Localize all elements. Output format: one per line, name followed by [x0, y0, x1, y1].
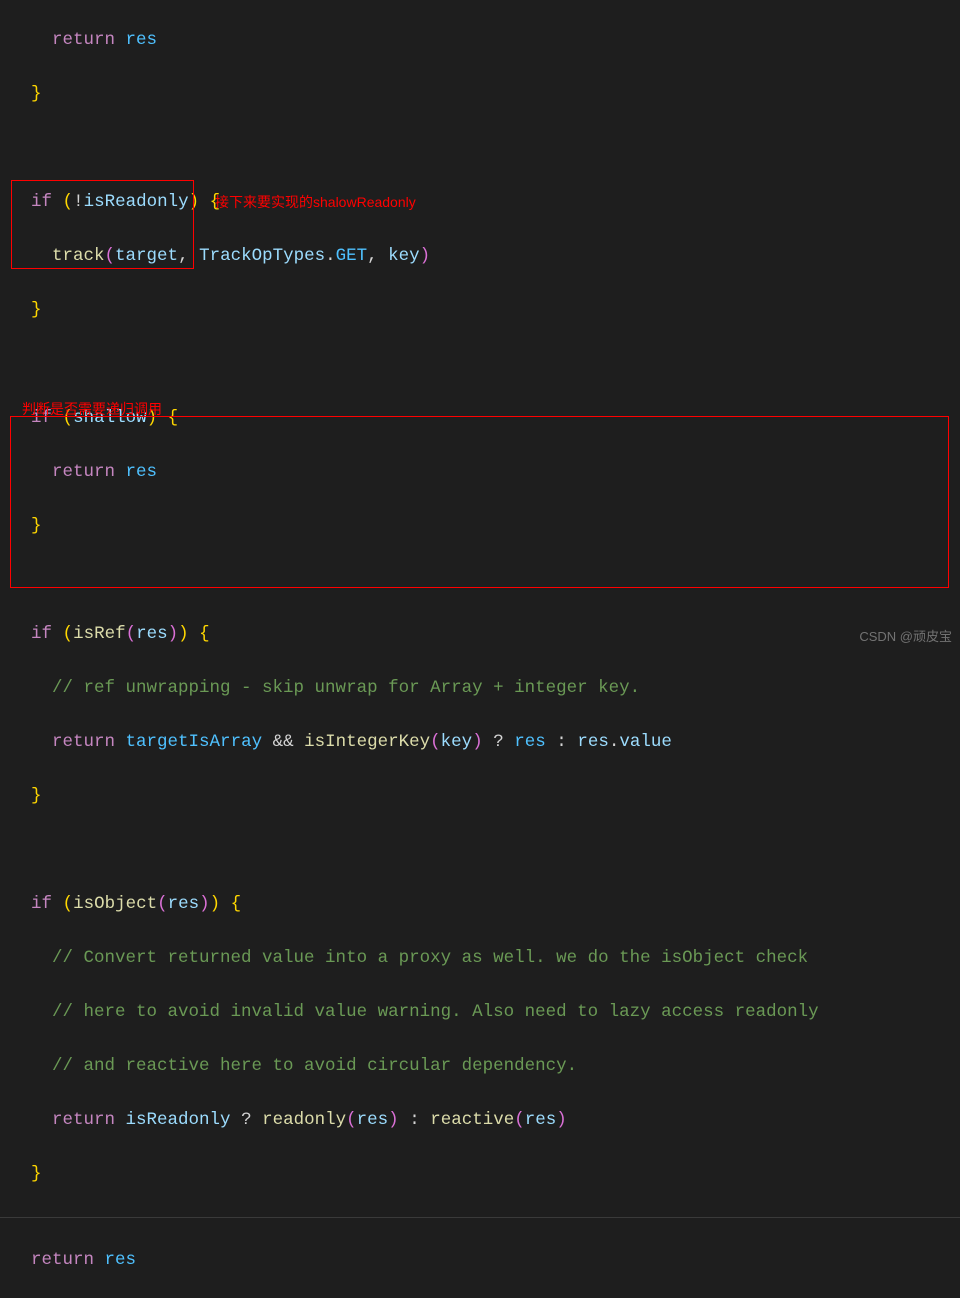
var-res: res — [136, 624, 168, 644]
code-line: return res — [0, 27, 960, 54]
separator-line — [0, 1217, 960, 1218]
var-TrackOpTypes: TrackOpTypes — [199, 246, 325, 266]
paren: ( — [63, 894, 74, 914]
annotation-shallow: 接下来要实现的shalowReadonly — [215, 192, 416, 212]
paren: ) — [199, 894, 210, 914]
var-res: res — [514, 732, 546, 752]
brace: } — [31, 1164, 42, 1184]
var-targetIsArray: targetIsArray — [126, 732, 263, 752]
var-res: res — [168, 894, 200, 914]
annotation-recursive: 判断是否需要递归调用 — [22, 399, 162, 419]
func-isRef: isRef — [73, 624, 126, 644]
op-colon: : — [409, 1110, 420, 1130]
var-isReadonly: isReadonly — [126, 1110, 231, 1130]
comma: , — [178, 246, 199, 266]
func-isObject: isObject — [73, 894, 157, 914]
code-editor[interactable]: return res } if (!isReadonly) { track(ta… — [0, 0, 960, 1298]
code-line: } — [0, 1161, 960, 1188]
code-line: return res — [0, 459, 960, 486]
code-line: } — [0, 81, 960, 108]
func-isIntegerKey: isIntegerKey — [304, 732, 430, 752]
op-and: && — [273, 732, 294, 752]
paren: ( — [430, 732, 441, 752]
comment: // Convert returned value into a proxy a… — [52, 948, 808, 968]
paren: ( — [63, 624, 74, 644]
op-colon: : — [556, 732, 567, 752]
keyword-return: return — [52, 732, 115, 752]
brace: } — [31, 516, 42, 536]
paren: ) — [420, 246, 431, 266]
keyword-return: return — [52, 1110, 115, 1130]
watermark: CSDN @顽皮宝 — [859, 626, 952, 645]
brace: { — [168, 408, 179, 428]
code-line: track(target, TrackOpTypes.GET, key) — [0, 243, 960, 270]
code-line: // and reactive here to avoid circular d… — [0, 1053, 960, 1080]
prop-value: value — [619, 732, 672, 752]
var-res: res — [126, 462, 158, 482]
op-not: ! — [73, 192, 84, 212]
comma: , — [367, 246, 388, 266]
code-line: return isReadonly ? readonly(res) : reac… — [0, 1107, 960, 1134]
keyword-return: return — [52, 462, 115, 482]
op-q: ? — [493, 732, 504, 752]
var-key: key — [441, 732, 473, 752]
code-line: // here to avoid invalid value warning. … — [0, 999, 960, 1026]
var-res: res — [525, 1110, 557, 1130]
keyword-if: if — [31, 192, 52, 212]
func-track: track — [52, 246, 105, 266]
code-line — [0, 837, 960, 864]
code-line: return targetIsArray && isIntegerKey(key… — [0, 729, 960, 756]
code-line: // Convert returned value into a proxy a… — [0, 945, 960, 972]
comment: // and reactive here to avoid circular d… — [52, 1056, 577, 1076]
paren: ( — [346, 1110, 357, 1130]
paren: ) — [472, 732, 483, 752]
code-line — [0, 135, 960, 162]
func-reactive: reactive — [430, 1110, 514, 1130]
keyword-return: return — [52, 30, 115, 50]
paren: ( — [63, 192, 74, 212]
paren: ) — [189, 192, 200, 212]
func-readonly: readonly — [262, 1110, 346, 1130]
paren: ( — [514, 1110, 525, 1130]
paren: ) — [556, 1110, 567, 1130]
code-line: } — [0, 513, 960, 540]
var-isReadonly: isReadonly — [84, 192, 189, 212]
dot: . — [325, 246, 336, 266]
prop-GET: GET — [336, 246, 368, 266]
var-key: key — [388, 246, 420, 266]
brace: } — [31, 786, 42, 806]
code-line: if (isObject(res)) { — [0, 891, 960, 918]
brace: { — [231, 894, 242, 914]
comment: // ref unwrapping - skip unwrap for Arra… — [52, 678, 640, 698]
paren: ( — [126, 624, 137, 644]
keyword-return: return — [31, 1250, 94, 1270]
code-line: if (!isReadonly) { — [0, 189, 960, 216]
brace: } — [31, 300, 42, 320]
keyword-if: if — [31, 624, 52, 644]
comment: // here to avoid invalid value warning. … — [52, 1002, 819, 1022]
code-line: } — [0, 297, 960, 324]
paren: ( — [157, 894, 168, 914]
code-line: return res — [0, 1247, 960, 1274]
var-res: res — [577, 732, 609, 752]
code-line — [0, 567, 960, 594]
paren: ) — [388, 1110, 399, 1130]
var-target: target — [115, 246, 178, 266]
paren: ) — [178, 624, 189, 644]
var-res: res — [126, 30, 158, 50]
dot: . — [609, 732, 620, 752]
code-line — [0, 351, 960, 378]
var-res: res — [105, 1250, 137, 1270]
code-line: if (isRef(res)) { — [0, 621, 960, 648]
brace: } — [31, 84, 42, 104]
code-line: // ref unwrapping - skip unwrap for Arra… — [0, 675, 960, 702]
brace: { — [199, 624, 210, 644]
paren: ( — [105, 246, 116, 266]
op-q: ? — [241, 1110, 252, 1130]
paren: ) — [168, 624, 179, 644]
paren: ) — [210, 894, 221, 914]
keyword-if: if — [31, 894, 52, 914]
code-line: } — [0, 783, 960, 810]
var-res: res — [357, 1110, 389, 1130]
